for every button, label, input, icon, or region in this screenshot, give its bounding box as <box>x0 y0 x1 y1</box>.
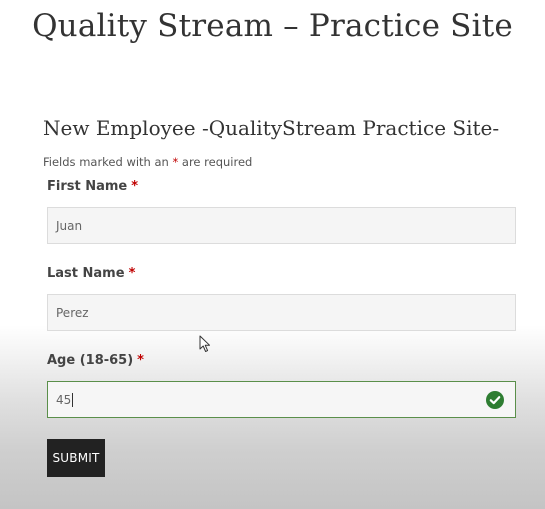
age-input[interactable]: 45 <box>47 381 516 418</box>
required-note-suffix: are required <box>181 155 253 169</box>
last-name-value: Perez <box>56 305 89 320</box>
check-circle-icon <box>486 391 504 409</box>
age-value: 45 <box>56 392 72 407</box>
required-note: Fields marked with an * are required <box>43 155 252 169</box>
first-name-required-star: * <box>131 179 139 194</box>
required-note-star: * <box>172 155 179 169</box>
mouse-pointer-icon <box>199 335 210 352</box>
text-caret <box>72 392 74 407</box>
last-name-label-text: Last Name <box>47 266 125 281</box>
last-name-label: Last Name * <box>47 266 135 281</box>
form-title: New Employee -QualityStream Practice Sit… <box>43 116 500 140</box>
first-name-label: First Name * <box>47 179 138 194</box>
age-label: Age (18-65) * <box>47 353 144 368</box>
submit-button[interactable]: SUBMIT <box>47 439 105 477</box>
last-name-required-star: * <box>128 266 136 281</box>
first-name-input[interactable]: Juan <box>47 207 516 244</box>
age-label-text: Age (18-65) <box>47 353 134 368</box>
first-name-label-text: First Name <box>47 179 128 194</box>
site-title: Quality Stream – Practice Site <box>32 8 513 44</box>
age-required-star: * <box>137 353 144 368</box>
required-note-prefix: Fields marked with an <box>43 155 169 169</box>
last-name-input[interactable]: Perez <box>47 294 516 331</box>
first-name-value: Juan <box>56 218 83 233</box>
